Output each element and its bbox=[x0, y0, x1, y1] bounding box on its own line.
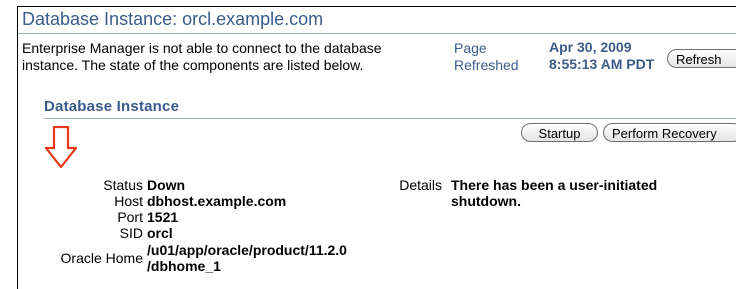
status-value: Down bbox=[147, 177, 186, 193]
port-value: 1521 bbox=[147, 209, 179, 225]
oracle-home-label: Oracle Home bbox=[60, 250, 143, 266]
port-label: Port bbox=[117, 209, 143, 225]
page-refreshed-label: Page Refreshed bbox=[454, 40, 519, 74]
perform-recovery-button[interactable]: Perform Recovery bbox=[603, 123, 736, 142]
details-label: Details bbox=[399, 177, 442, 193]
connection-message-line-2: instance. The state of the components ar… bbox=[22, 57, 364, 73]
refresh-timestamp: Apr 30, 2009 8:55:13 AM PDT bbox=[549, 39, 654, 73]
details-value-line-2: shutdown. bbox=[451, 193, 521, 209]
status-label: Status bbox=[103, 177, 143, 193]
section-divider bbox=[44, 118, 736, 119]
page-label: Page bbox=[454, 40, 487, 56]
page-title: Database Instance: orcl.example.com bbox=[22, 9, 324, 29]
oracle-home-value: /u01/app/oracle/product/11.2.0 /dbhome_1 bbox=[147, 242, 347, 274]
details-value: There has been a user-initiated shutdown… bbox=[451, 177, 657, 209]
startup-button[interactable]: Startup bbox=[521, 123, 598, 142]
database-instance-panel: Database Instance: orcl.example.com Ente… bbox=[17, 6, 736, 289]
connection-message-line-1: Enterprise Manager is not able to connec… bbox=[22, 40, 382, 56]
title-bar: Database Instance: orcl.example.com bbox=[18, 7, 736, 34]
sid-value: orcl bbox=[147, 225, 173, 241]
down-arrow-icon bbox=[45, 126, 77, 168]
details-value-line-1: There has been a user-initiated bbox=[451, 177, 658, 193]
section-title: Database Instance bbox=[44, 98, 180, 115]
oracle-home-value-line-2: /dbhome_1 bbox=[147, 258, 221, 274]
oracle-home-value-line-1: /u01/app/oracle/product/11.2.0 bbox=[147, 242, 347, 258]
refresh-date: Apr 30, 2009 bbox=[549, 39, 632, 55]
host-value: dbhost.example.com bbox=[147, 193, 287, 209]
refreshed-label: Refreshed bbox=[454, 57, 519, 73]
refresh-button[interactable]: Refresh bbox=[667, 49, 736, 68]
sid-label: SID bbox=[119, 225, 143, 241]
refresh-time: 8:55:13 AM PDT bbox=[549, 56, 655, 72]
connection-message: Enterprise Manager is not able to connec… bbox=[22, 40, 442, 74]
host-label: Host bbox=[114, 193, 143, 209]
